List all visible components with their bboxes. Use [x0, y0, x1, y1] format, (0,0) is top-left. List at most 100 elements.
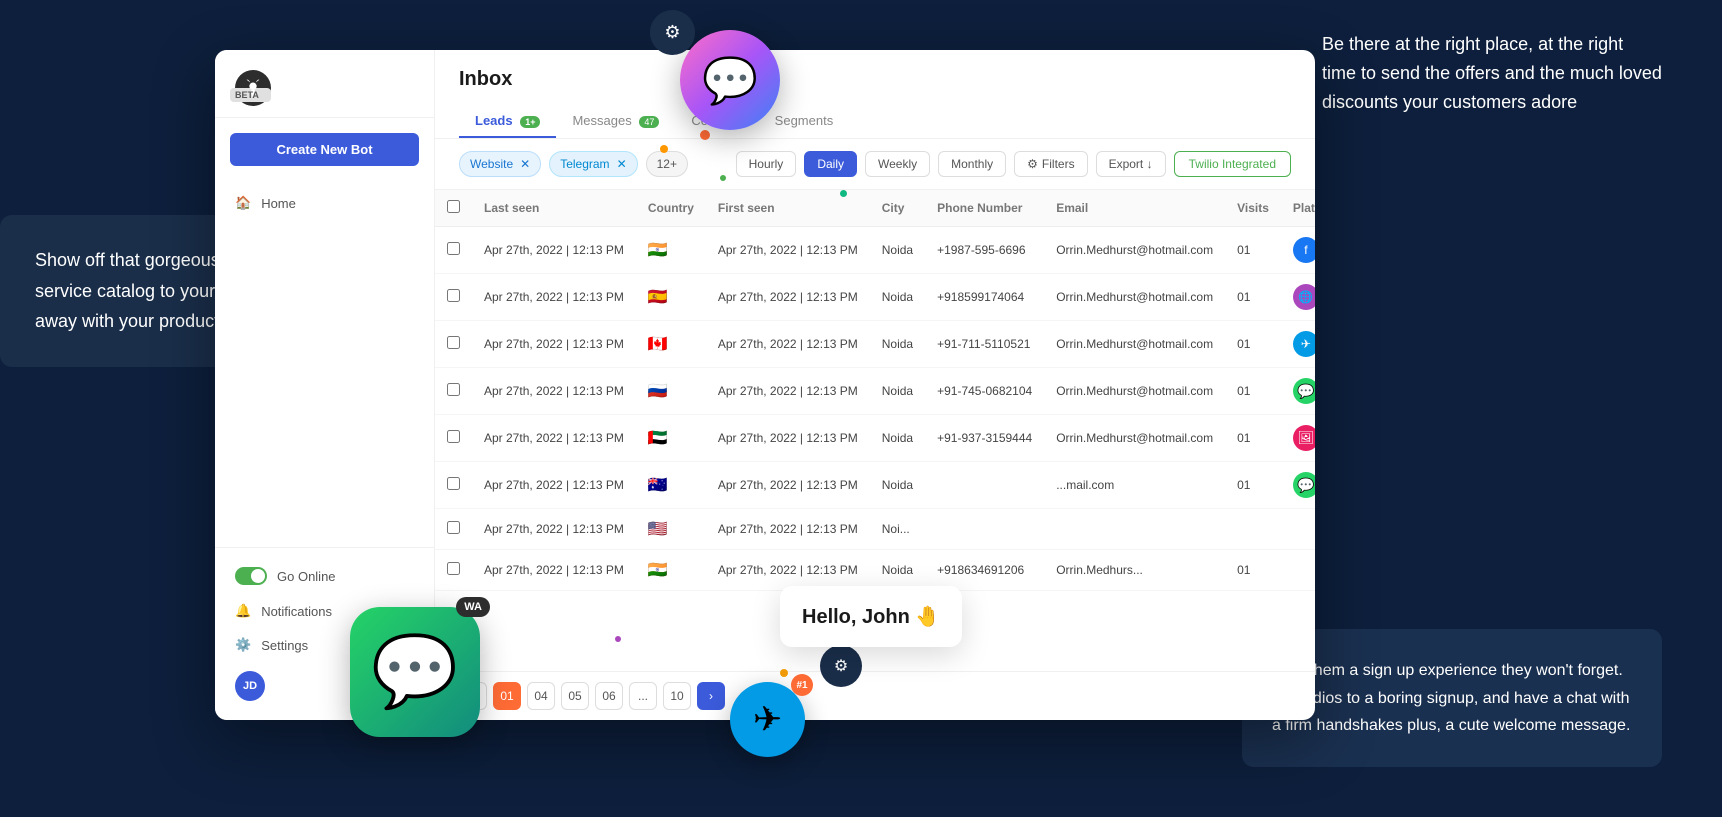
page-06-button[interactable]: 06 — [595, 682, 623, 710]
wa-badge: WA — [456, 597, 490, 617]
th-country: Country — [636, 190, 706, 227]
hourly-button[interactable]: Hourly — [736, 151, 797, 177]
city-cell: Noida — [870, 227, 925, 274]
email-cell: ...mail.com — [1044, 462, 1225, 509]
th-city: City — [870, 190, 925, 227]
deco-dot — [780, 669, 788, 677]
th-visits: Visits — [1225, 190, 1281, 227]
online-toggle-switch[interactable] — [235, 567, 267, 585]
city-cell: Noida — [870, 274, 925, 321]
table-row: Apr 27th, 2022 | 12:13 PM 🇦🇺 Apr 27th, 2… — [435, 462, 1315, 509]
pagination: ‹ 01 04 05 06 ... 10 › — [435, 671, 1315, 720]
page-05-button[interactable]: 05 — [561, 682, 589, 710]
phone-cell: +1987-595-6696 — [925, 227, 1044, 274]
tab-segments[interactable]: Segments — [759, 105, 850, 138]
tabs-row: Leads 1+ Messages 47 Contacts Segments — [459, 105, 1291, 138]
table-row: Apr 27th, 2022 | 12:13 PM 🇷🇺 Apr 27th, 2… — [435, 368, 1315, 415]
website-filter-label: Website — [470, 157, 513, 171]
website-filter[interactable]: Website ✕ — [459, 151, 541, 177]
deco-dot — [840, 190, 847, 197]
export-button[interactable]: Export ↓ — [1096, 151, 1166, 177]
notifications-icon: 🔔 — [235, 603, 251, 619]
table-body: Apr 27th, 2022 | 12:13 PM 🇮🇳 Apr 27th, 2… — [435, 227, 1315, 591]
filters-label: Filters — [1042, 157, 1075, 171]
country-cell: 🇦🇺 — [636, 462, 706, 509]
platform-icon-tg: ✈ — [1293, 331, 1315, 357]
filters-button[interactable]: ⚙ Filters — [1014, 151, 1087, 177]
first-seen-cell: Apr 27th, 2022 | 12:13 PM — [706, 227, 870, 274]
page-01-button[interactable]: 01 — [493, 682, 521, 710]
country-cell: 🇨🇦 — [636, 321, 706, 368]
visits-cell: 01 — [1225, 274, 1281, 321]
select-all-checkbox[interactable] — [447, 200, 460, 213]
platform-cell: 🌐 — [1281, 274, 1315, 321]
visits-cell: 01 — [1225, 321, 1281, 368]
notifications-label: Notifications — [261, 604, 332, 619]
platform-icon-img: 🖼 — [1293, 425, 1315, 451]
platform-cell: 💬 — [1281, 368, 1315, 415]
last-seen-cell: Apr 27th, 2022 | 12:13 PM — [472, 462, 636, 509]
top-right-text: Be there at the right place, at the righ… — [1322, 34, 1662, 112]
export-icon: ↓ — [1147, 157, 1153, 171]
row-checkbox[interactable] — [447, 430, 460, 443]
platform-cell: ✈ — [1281, 321, 1315, 368]
row-checkbox[interactable] — [447, 562, 460, 575]
visits-cell: 01 — [1225, 227, 1281, 274]
weekly-button[interactable]: Weekly — [865, 151, 930, 177]
visits-cell — [1225, 509, 1281, 550]
sidebar-item-home[interactable]: 🏠 Home — [215, 186, 434, 220]
leads-table: Last seen Country First seen City Phone … — [435, 190, 1315, 591]
th-phone: Phone Number — [925, 190, 1044, 227]
page-04-button[interactable]: 04 — [527, 682, 555, 710]
first-seen-cell: Apr 27th, 2022 | 12:13 PM — [706, 274, 870, 321]
go-online-toggle[interactable]: Go Online — [215, 558, 434, 594]
row-checkbox[interactable] — [447, 289, 460, 302]
table-row: Apr 27th, 2022 | 12:13 PM 🇮🇳 Apr 27th, 2… — [435, 227, 1315, 274]
visits-cell: 01 — [1225, 368, 1281, 415]
first-seen-cell: Apr 27th, 2022 | 12:13 PM — [706, 415, 870, 462]
tab-messages[interactable]: Messages 47 — [556, 105, 675, 138]
bottom-right-text: Give them a sign up experience they won'… — [1272, 662, 1630, 733]
platform-cell — [1281, 550, 1315, 591]
last-seen-cell: Apr 27th, 2022 | 12:13 PM — [472, 321, 636, 368]
twilio-button[interactable]: Twilio Integrated — [1174, 151, 1291, 177]
city-cell: Noida — [870, 550, 925, 591]
first-seen-cell: Apr 27th, 2022 | 12:13 PM — [706, 550, 870, 591]
page-title: Inbox — [459, 68, 1291, 91]
page-10-button[interactable]: 10 — [663, 682, 691, 710]
first-seen-cell: Apr 27th, 2022 | 12:13 PM — [706, 509, 870, 550]
visits-cell: 01 — [1225, 415, 1281, 462]
row-checkbox[interactable] — [447, 477, 460, 490]
last-seen-cell: Apr 27th, 2022 | 12:13 PM — [472, 415, 636, 462]
daily-button[interactable]: Daily — [804, 151, 857, 177]
telegram-filter[interactable]: Telegram ✕ — [549, 151, 637, 177]
phone-cell: +918599174064 — [925, 274, 1044, 321]
next-page-button[interactable]: › — [697, 682, 725, 710]
export-label: Export — [1109, 157, 1144, 171]
last-seen-cell: Apr 27th, 2022 | 12:13 PM — [472, 509, 636, 550]
row-checkbox[interactable] — [447, 242, 460, 255]
phone-cell: +91-745-0682104 — [925, 368, 1044, 415]
settings-label: Settings — [261, 638, 308, 653]
th-platform: Platform — [1281, 190, 1315, 227]
country-cell: 🇮🇳 — [636, 550, 706, 591]
row-checkbox[interactable] — [447, 336, 460, 349]
tab-leads[interactable]: Leads 1+ — [459, 105, 556, 138]
th-last-seen: Last seen — [472, 190, 636, 227]
row-checkbox[interactable] — [447, 521, 460, 534]
filters-row: Website ✕ Telegram ✕ 12+ Hourly Daily We… — [435, 139, 1315, 190]
visits-cell: 01 — [1225, 462, 1281, 509]
phone-cell: +918634691206 — [925, 550, 1044, 591]
monthly-button[interactable]: Monthly — [938, 151, 1006, 177]
more-filter[interactable]: 12+ — [646, 151, 688, 177]
website-close-icon[interactable]: ✕ — [520, 157, 530, 171]
tab-leads-label: Leads — [475, 113, 513, 128]
row-checkbox[interactable] — [447, 383, 460, 396]
email-cell: Orrin.Medhurst@hotmail.com — [1044, 274, 1225, 321]
leads-badge: 1+ — [520, 116, 540, 128]
create-new-bot-button[interactable]: Create New Bot — [230, 133, 419, 166]
hello-popup: Hello, John 🤚 — [780, 586, 962, 647]
beta-badge: BETA — [230, 88, 271, 102]
telegram-close-icon[interactable]: ✕ — [617, 157, 627, 171]
telegram-bubble: ✈ #1 — [730, 682, 805, 757]
